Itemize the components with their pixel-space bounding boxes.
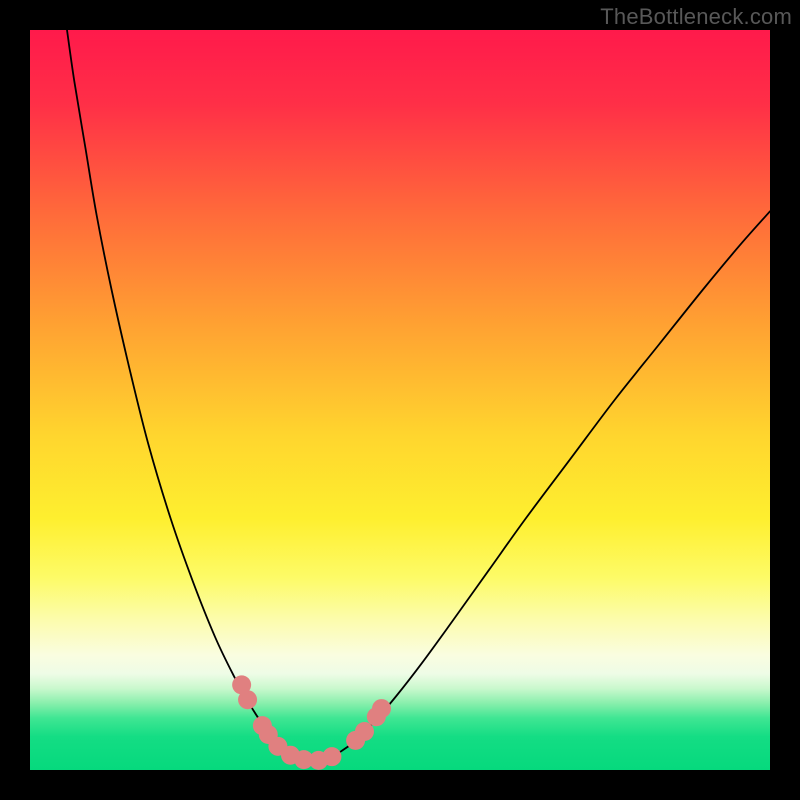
- chart-frame: TheBottleneck.com: [0, 0, 800, 800]
- marker-point: [238, 690, 257, 709]
- marker-point: [372, 699, 391, 718]
- marker-point: [355, 722, 374, 741]
- chart-svg: [30, 30, 770, 770]
- watermark-text: TheBottleneck.com: [600, 4, 792, 30]
- marker-point: [322, 747, 341, 766]
- plot-area: [30, 30, 770, 770]
- gradient-background: [30, 30, 770, 770]
